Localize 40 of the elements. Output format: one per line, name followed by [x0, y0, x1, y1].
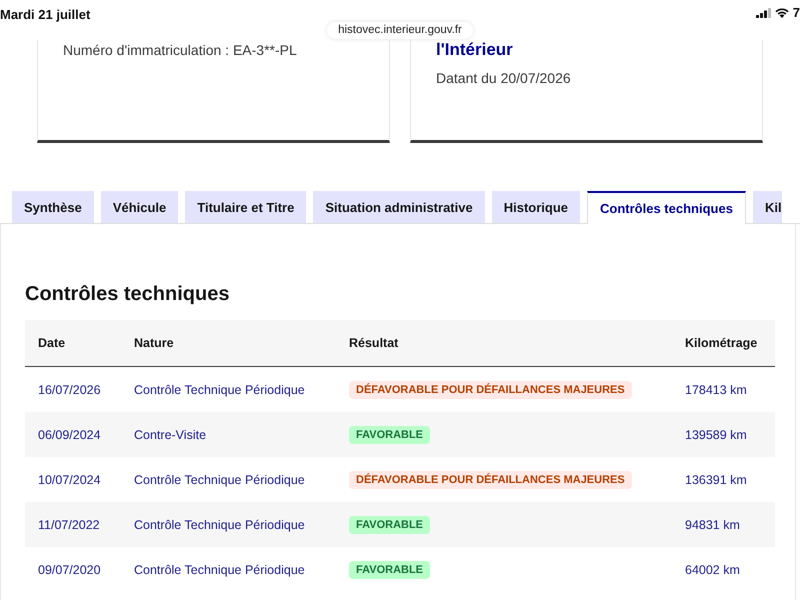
- mileage-cell-text: 139589 km: [685, 428, 748, 442]
- nature-cell-text: Contrôle Technique Périodique: [134, 382, 306, 396]
- signal-icon: [756, 8, 771, 18]
- tab[interactable]: Kil: [752, 191, 782, 223]
- nature-cell-text: Contrôle Technique Périodique: [134, 518, 306, 532]
- date-cell-text: 11/07/2022: [38, 518, 101, 532]
- nature-cell-text: Contrôle Technique Périodique: [134, 472, 306, 486]
- column-header: Nature: [134, 336, 175, 350]
- status-date: Mardi 21 juillet: [0, 7, 90, 22]
- column-header: Date: [38, 336, 66, 350]
- result-badge: FAVORABLE: [349, 516, 430, 534]
- column-header: Résultat: [349, 336, 400, 350]
- result-badge: FAVORABLE: [349, 560, 430, 578]
- tab[interactable]: Situation administrative: [313, 191, 485, 223]
- card-title: l'Intérieur: [436, 40, 514, 60]
- tab[interactable]: Titulaire et Titre: [185, 191, 306, 223]
- result-badge: FAVORABLE: [349, 426, 430, 444]
- section-heading: Contrôles techniques: [25, 282, 230, 306]
- card-text: Datant du 20/07/2026: [436, 70, 572, 86]
- tab[interactable]: Historique: [492, 191, 580, 223]
- mileage-cell-text: 94831 km: [685, 518, 741, 532]
- date-cell-text: 10/07/2024: [38, 472, 102, 486]
- result-badge: DÉFAVORABLE POUR DÉFAILLANCES MAJEURES: [349, 470, 632, 488]
- tab[interactable]: Véhicule: [100, 191, 178, 223]
- mileage-cell-text: 64002 km: [685, 562, 741, 576]
- nature-cell-text: Contre-Visite: [134, 428, 208, 442]
- mileage-cell-text: 178413 km: [685, 382, 748, 396]
- tab[interactable]: Synthèse: [12, 191, 94, 223]
- card-text: Numéro d'immatriculation : EA-3**-PL: [63, 42, 298, 58]
- column-header: Kilométrage: [685, 336, 758, 350]
- address-bar[interactable]: histovec.interieur.gouv.fr: [327, 22, 473, 39]
- nature-cell-text: Contrôle Technique Périodique: [134, 562, 306, 576]
- date-cell-text: 09/07/2020: [38, 562, 102, 576]
- mileage-cell-text: 136391 km: [685, 472, 748, 486]
- date-cell-text: 06/09/2024: [38, 428, 102, 442]
- date-cell-text: 16/07/2026: [38, 382, 102, 396]
- battery-percent: 7: [792, 5, 800, 20]
- result-badge: DÉFAVORABLE POUR DÉFAILLANCES MAJEURES: [349, 380, 632, 398]
- tab[interactable]: Contrôles techniques: [587, 191, 746, 224]
- wifi-icon: [774, 7, 789, 18]
